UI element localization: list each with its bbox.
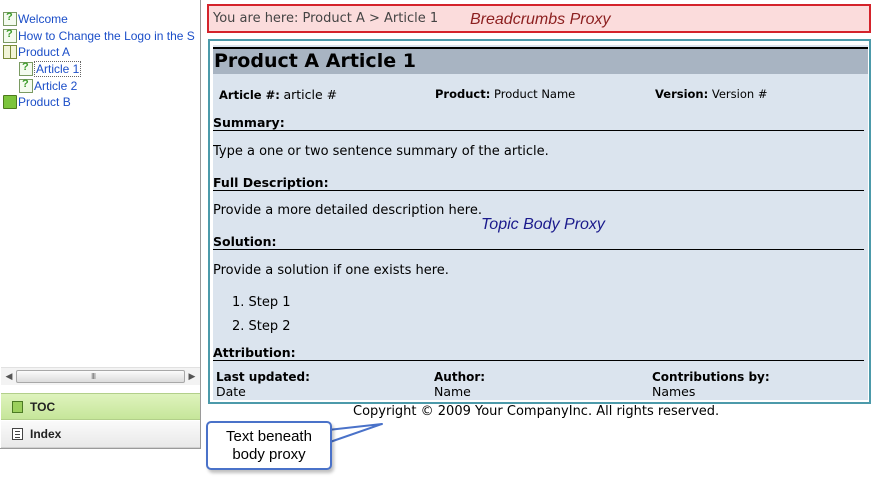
version-value: Version # (711, 87, 768, 101)
contributions-field: Contributions by: Names (652, 370, 770, 399)
summary-heading: Summary: (213, 115, 864, 131)
toc-book-icon (12, 400, 23, 413)
open-book-icon (3, 45, 17, 60)
toc-item-article-2[interactable]: Article 2 (0, 77, 200, 94)
toc-item-label: Article 1 (34, 61, 82, 78)
list-item: 1. Step 1 (232, 295, 291, 310)
version-label: Version: (655, 87, 709, 101)
toc-item-product-b[interactable]: Product B (0, 94, 200, 111)
contributions-value: Names (652, 384, 696, 399)
tab-index[interactable]: Index (1, 421, 200, 448)
full-description-text: Provide a more detailed description here… (213, 203, 482, 218)
horizontal-scrollbar[interactable]: ◀ III ▶ (1, 367, 200, 385)
topic-page-icon (3, 28, 17, 43)
scroll-left-arrow-icon[interactable]: ◀ (2, 371, 16, 383)
callout-pointer (327, 423, 383, 443)
callout-annotation: Text beneath body proxy (206, 421, 332, 470)
tab-toc[interactable]: TOC (1, 393, 200, 420)
article-number-value: article # (283, 87, 338, 102)
breadcrumbs-proxy: You are here: Product A > Article 1 Brea… (207, 4, 871, 33)
toc-item-label: How to Change the Logo in the S (18, 28, 195, 43)
copyright-footer: Copyright © 2009 Your CompanyInc. All ri… (353, 404, 720, 419)
breadcrumb[interactable]: You are here: Product A > Article 1 (213, 11, 438, 26)
list-item: 2. Step 2 (232, 319, 291, 334)
topic-page-icon (19, 78, 33, 93)
toc-item-welcome[interactable]: Welcome (0, 11, 200, 28)
product-label: Product: (435, 87, 491, 101)
topic-page-icon (3, 11, 17, 27)
toc-item-label: Product A (18, 45, 71, 60)
version-field: Version: Version # (655, 87, 767, 101)
solution-text: Provide a solution if one exists here. (213, 263, 449, 278)
toc-tree: Welcome How to Change the Logo in the S … (0, 0, 200, 366)
tab-index-label: Index (30, 427, 62, 441)
toc-item-product-a[interactable]: Product A (0, 44, 200, 61)
last-updated-label: Last updated: (216, 370, 310, 384)
product-value: Product Name (494, 87, 576, 101)
index-page-icon (12, 428, 23, 440)
scrollbar-thumb[interactable]: III (16, 370, 185, 383)
toc-item-article-1[interactable]: Article 1 (0, 61, 200, 78)
toc-item-label: Article 2 (34, 78, 78, 93)
author-label: Author: (434, 370, 486, 384)
author-value: Name (434, 384, 471, 399)
full-description-heading: Full Description: (213, 175, 864, 191)
scroll-right-arrow-icon[interactable]: ▶ (185, 371, 199, 383)
navigation-pane: Welcome How to Change the Logo in the S … (0, 0, 201, 449)
topic-body-proxy-label: Topic Body Proxy (481, 216, 605, 233)
article-number-label: Article #: (219, 88, 280, 102)
article-body: Product A Article 1 Article #: article #… (213, 45, 868, 400)
topic-page-icon (19, 61, 33, 77)
attribution-heading: Attribution: (213, 345, 864, 361)
callout-text: Text beneath body proxy (226, 428, 312, 463)
summary-text: Type a one or two sentence summary of th… (213, 144, 549, 159)
solution-heading: Solution: (213, 234, 864, 250)
breadcrumbs-proxy-label: Breadcrumbs Proxy (470, 11, 611, 28)
article-number-field: Article #: article # (219, 87, 337, 102)
tab-toc-label: TOC (30, 399, 56, 414)
scrollbar-grip-icon: III (91, 372, 96, 381)
topic-body-proxy: Product A Article 1 Article #: article #… (208, 39, 871, 404)
closed-book-icon (3, 95, 17, 110)
author-field: Author: Name (434, 370, 485, 399)
toc-item-change-logo[interactable]: How to Change the Logo in the S (0, 28, 200, 45)
contributions-label: Contributions by: (652, 370, 770, 384)
toc-item-label: Product B (18, 95, 71, 110)
last-updated-field: Last updated: Date (216, 370, 310, 399)
page-title: Product A Article 1 (213, 47, 868, 74)
toc-item-label: Welcome (18, 12, 68, 27)
last-updated-value: Date (216, 384, 246, 399)
product-field: Product: Product Name (435, 87, 575, 101)
